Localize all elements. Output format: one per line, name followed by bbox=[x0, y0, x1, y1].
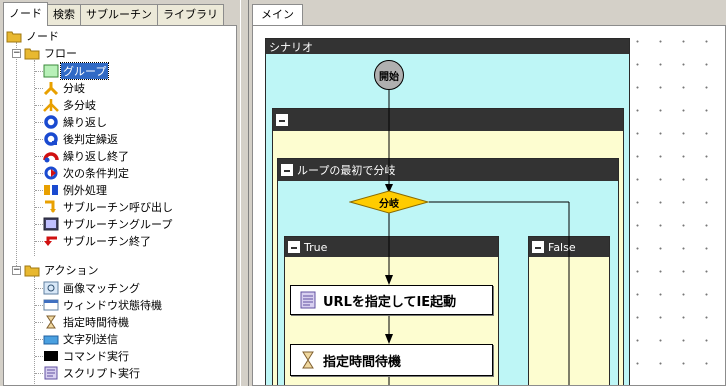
tree-line bbox=[16, 42, 17, 274]
hourglass-icon bbox=[302, 351, 314, 369]
action-time-wait[interactable]: 指定時間待機 bbox=[290, 344, 493, 376]
editor-tab-bar: メイン bbox=[252, 4, 303, 26]
left-tab-bar: ノード 検索 サブルーチン ライブラリ bbox=[3, 2, 224, 26]
tree-item-next-condition[interactable]: 次の条件判定 bbox=[43, 165, 131, 181]
branch-label: 分岐 bbox=[379, 199, 399, 210]
loop-icon bbox=[43, 115, 59, 129]
hourglass-icon bbox=[43, 315, 59, 329]
tree-folder-flow[interactable]: フロー bbox=[24, 45, 79, 61]
action-expander[interactable]: − bbox=[12, 266, 21, 275]
tree-item-subroutine-call[interactable]: サブルーチン呼び出し bbox=[43, 199, 175, 215]
group-icon bbox=[43, 64, 59, 78]
action-open-ie[interactable]: URLを指定してIE起動 bbox=[290, 285, 493, 315]
tab-node[interactable]: ノード bbox=[3, 2, 48, 26]
tree-item-loop-end[interactable]: 繰り返し終了 bbox=[43, 148, 131, 164]
tree-item-loop[interactable]: 繰り返し bbox=[43, 114, 109, 130]
script-icon bbox=[43, 366, 59, 380]
tree-folder-action[interactable]: アクション bbox=[24, 262, 100, 278]
tree-item-window-wait[interactable]: ウィンドウ状態待機 bbox=[43, 297, 164, 313]
tree-item-subroutine-group[interactable]: サブルーチングループ bbox=[43, 216, 174, 232]
keyboard-icon bbox=[43, 332, 59, 346]
tree-item-command[interactable]: コマンド実行 bbox=[43, 348, 131, 364]
window-wait-icon bbox=[43, 298, 59, 312]
tree-item-send-string[interactable]: 文字列送信 bbox=[43, 331, 120, 347]
exception-icon bbox=[43, 183, 59, 197]
pane-splitter[interactable] bbox=[240, 0, 249, 386]
tree-item-script[interactable]: スクリプト実行 bbox=[43, 365, 142, 381]
post-loop-icon bbox=[43, 132, 59, 146]
multi-branch-icon bbox=[43, 98, 59, 112]
node-tree-panel: ノード − フロー グループ 分岐 多分岐 繰り返し 後判定繰返 繰り返し終了 bbox=[3, 25, 237, 386]
folder-icon bbox=[6, 29, 22, 43]
branch-node[interactable]: 分岐 bbox=[349, 190, 429, 214]
tab-search[interactable]: 検索 bbox=[47, 4, 81, 26]
console-icon bbox=[43, 349, 59, 363]
tree-item-group[interactable]: グループ bbox=[43, 62, 110, 80]
tree-item-branch[interactable]: 分岐 bbox=[43, 80, 87, 96]
subroutine-call-icon bbox=[43, 200, 59, 214]
scenario-canvas[interactable]: シナリオ 開始 ループの最初で分岐 True False 分岐 URLを指定して… bbox=[252, 25, 726, 386]
loop-end-icon bbox=[43, 149, 59, 163]
tree-item-multi-branch[interactable]: 多分岐 bbox=[43, 97, 98, 113]
flow-expander[interactable]: − bbox=[12, 49, 21, 58]
tab-main[interactable]: メイン bbox=[252, 4, 303, 26]
subroutine-end-icon bbox=[43, 234, 59, 248]
flow-connectors-top bbox=[385, 90, 570, 385]
branch-icon bbox=[43, 81, 59, 96]
tree-line bbox=[34, 60, 35, 256]
tree-item-exception[interactable]: 例外処理 bbox=[43, 182, 109, 198]
tree-item-subroutine-end[interactable]: サブルーチン終了 bbox=[43, 233, 153, 249]
tree-item-image-matching[interactable]: 画像マッチング bbox=[43, 280, 142, 296]
subroutine-group-icon bbox=[43, 217, 59, 231]
script-icon bbox=[300, 291, 316, 309]
folder-icon bbox=[24, 46, 40, 60]
tree-line bbox=[34, 276, 35, 385]
next-condition-icon bbox=[43, 166, 59, 180]
folder-icon bbox=[24, 263, 40, 277]
image-matching-icon bbox=[43, 281, 59, 295]
tree-item-time-wait[interactable]: 指定時間待機 bbox=[43, 314, 131, 330]
tab-subroutine[interactable]: サブルーチン bbox=[80, 4, 158, 26]
tree-root[interactable]: ノード bbox=[6, 28, 61, 44]
tree-item-post-loop[interactable]: 後判定繰返 bbox=[43, 131, 120, 147]
tab-library[interactable]: ライブラリ bbox=[157, 4, 224, 26]
